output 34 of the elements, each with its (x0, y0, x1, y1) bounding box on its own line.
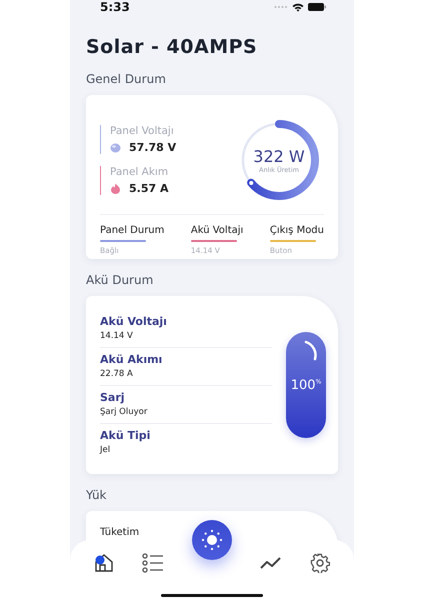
battery-value: 14.14 V (100, 330, 134, 340)
battery-value: Jel (100, 444, 112, 454)
metric-value: 57.78 V (129, 141, 176, 154)
home-tab[interactable] (94, 552, 114, 574)
battery-label: Akü Tipi (100, 428, 152, 442)
wifi-icon (292, 2, 304, 12)
signal-icon (274, 5, 288, 9)
metric-label: Panel Voltajı (110, 125, 175, 137)
sun-button[interactable] (192, 520, 232, 560)
battery-label: Akü Akımı (100, 352, 164, 366)
load-label: Tüketim (100, 527, 140, 538)
charge-percent: 100$^{%}$ (290, 378, 322, 392)
settings-tab[interactable] (310, 552, 330, 574)
list-tab[interactable] (142, 552, 164, 574)
section-heading: Yük (86, 488, 108, 502)
stat-label: Akü Voltajı (190, 225, 244, 236)
shine-icon (304, 340, 318, 362)
section-heading: Genel Durum (86, 72, 167, 86)
battery-label: Akü Voltajı (100, 314, 168, 328)
page-title: Solar - 40AMPS (86, 36, 258, 58)
battery-value: Şarj Oluyor (100, 406, 148, 416)
battery-value: 22.78 A (100, 368, 134, 378)
stat-label: Panel Durum (100, 225, 164, 236)
section-heading: Akü Durum (86, 273, 154, 287)
battery-label: Sarj (100, 390, 126, 404)
metric-label: Panel Akım (110, 166, 170, 178)
battery-icon (308, 3, 326, 11)
sun-icon (201, 529, 223, 551)
drop-icon (110, 142, 121, 153)
status-time: 5:33 (100, 0, 130, 14)
flame-icon (110, 183, 121, 194)
power-value: 322 W (253, 146, 305, 166)
metric-value: 5.57 A (129, 182, 168, 195)
stat-label: Çıkış Modu (270, 225, 324, 236)
